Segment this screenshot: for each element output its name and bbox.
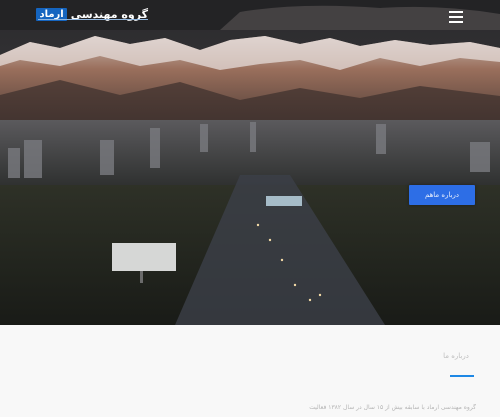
about-paragraph: گروه مهندسی ارماد با سابقه بیش از ۱۵ سال… xyxy=(309,404,476,411)
hero-banner: گروه مهندسی ارماد درباره ماهم xyxy=(0,0,500,325)
about-title-underline xyxy=(450,375,474,377)
logo-underline xyxy=(38,19,148,20)
top-navbar: گروه مهندسی ارماد xyxy=(0,0,500,30)
about-title: درباره ما xyxy=(443,352,469,360)
hamburger-menu-icon[interactable] xyxy=(449,11,463,23)
about-cta-button[interactable]: درباره ماهم xyxy=(409,185,475,205)
hero-city-mountain-photo xyxy=(0,0,500,325)
logo[interactable]: گروه مهندسی ارماد xyxy=(36,4,148,24)
